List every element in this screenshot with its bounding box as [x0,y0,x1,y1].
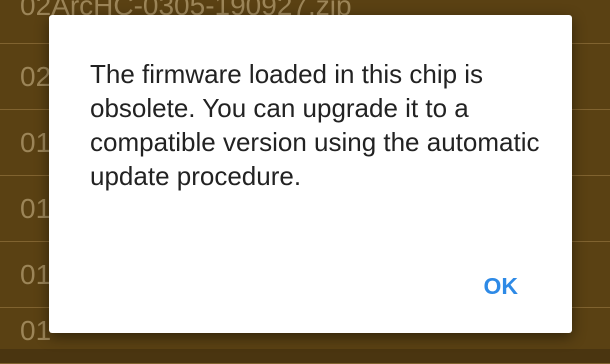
file-name: 01 [20,192,52,224]
ok-button[interactable]: OK [484,273,519,300]
file-name: 02 [20,60,52,92]
file-name: 01 [20,258,52,290]
file-name: 01 [20,314,52,346]
firmware-alert-dialog: The firmware loaded in this chip is obso… [49,15,572,333]
file-name: 01 [20,126,52,158]
dialog-message: The firmware loaded in this chip is obso… [90,59,540,191]
